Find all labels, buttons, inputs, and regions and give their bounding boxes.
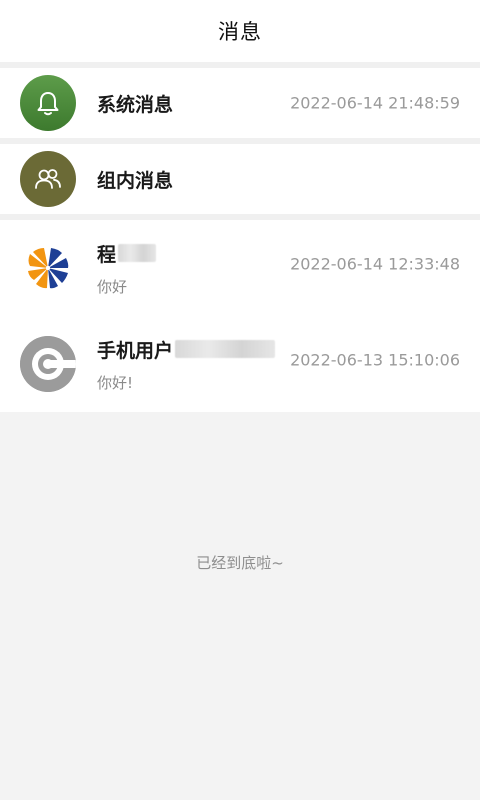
chat-avatar bbox=[20, 336, 76, 392]
disc-logo-icon bbox=[20, 336, 76, 392]
chat-preview: 你好! bbox=[97, 373, 134, 392]
group-messages-label: 组内消息 bbox=[97, 169, 174, 192]
chat-row[interactable]: 手机用户 你好! 2022-06-13 15:10:06 bbox=[0, 316, 480, 412]
chat-name-text: 手机用户 bbox=[97, 339, 174, 362]
bell-icon bbox=[37, 92, 59, 116]
chat-time: 2022-06-13 15:10:06 bbox=[290, 350, 460, 370]
chat-name-text: 程 bbox=[97, 243, 117, 266]
page-title: 消息 bbox=[218, 20, 262, 44]
system-messages-time: 2022-06-14 21:48:59 bbox=[290, 93, 460, 113]
redacted-name bbox=[118, 244, 157, 262]
flower-logo-icon bbox=[28, 248, 69, 289]
chat-preview: 你好 bbox=[97, 277, 128, 296]
chat-row[interactable]: 程 你好 2022-06-14 12:33:48 bbox=[0, 220, 480, 316]
group-icon bbox=[35, 169, 61, 189]
group-messages-row[interactable]: 组内消息 bbox=[0, 144, 480, 214]
chat-time: 2022-06-14 12:33:48 bbox=[290, 254, 460, 274]
redacted-name bbox=[175, 340, 276, 358]
end-of-list-tip: 已经到底啦~ bbox=[196, 554, 284, 572]
system-messages-row[interactable]: 系统消息 2022-06-14 21:48:59 bbox=[0, 68, 480, 138]
top-header: 消息 bbox=[0, 0, 480, 62]
group-messages-avatar bbox=[20, 151, 76, 207]
chat-avatar bbox=[20, 240, 76, 296]
system-messages-avatar bbox=[20, 75, 76, 131]
